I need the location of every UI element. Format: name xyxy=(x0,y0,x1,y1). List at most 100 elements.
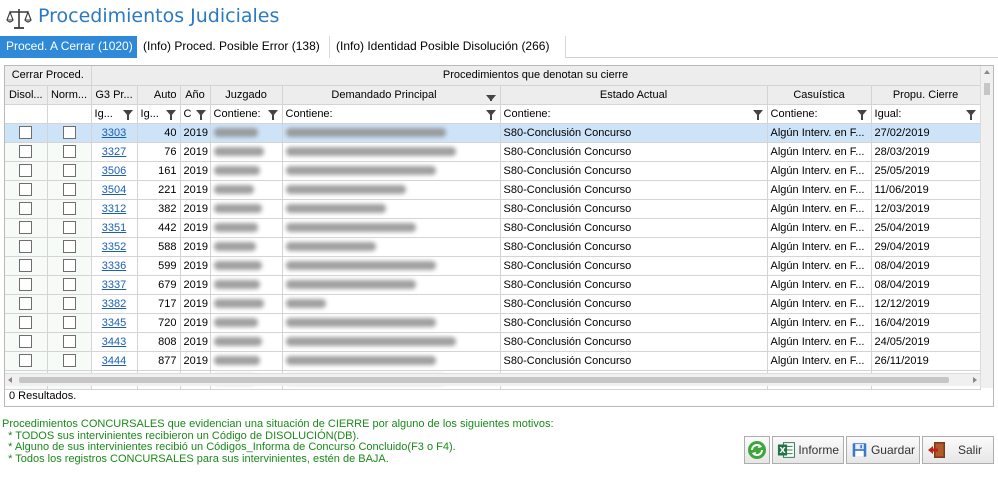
table-row[interactable]: 3444 877 2019 S80-Conclusión Concurso Algún … xyxy=(5,351,981,371)
table-row[interactable]: 3443 808 2019 S80-Conclusión Concurso Algún … xyxy=(5,332,981,352)
scroll-left-icon[interactable] xyxy=(8,377,12,383)
scroll-up-icon[interactable] xyxy=(984,70,990,74)
disol-checkbox[interactable] xyxy=(19,183,33,196)
filter-cell-g3[interactable]: Ig... xyxy=(91,104,138,124)
filter-cell-estado[interactable]: Contiene: xyxy=(500,104,768,124)
norm-checkbox[interactable] xyxy=(62,278,76,291)
norm-checkbox[interactable] xyxy=(62,183,76,196)
norm-checkbox[interactable] xyxy=(62,221,76,234)
g3-link[interactable]: 3336 xyxy=(102,260,126,272)
disol-checkbox[interactable] xyxy=(19,335,33,348)
g3-link[interactable]: 3312 xyxy=(102,203,126,215)
table-row[interactable]: 3327 76 2019 S80-Conclusión Concurso Algún I… xyxy=(5,142,981,162)
scroll-right-icon[interactable] xyxy=(973,377,977,383)
filter-funnel-icon[interactable] xyxy=(122,109,133,120)
col-header-auto[interactable]: Auto xyxy=(137,85,181,105)
col-header-g3[interactable]: G3 Pr... xyxy=(91,85,138,105)
tab-proced-a-cerrar[interactable]: Proced. A Cerrar (1020) xyxy=(0,36,137,58)
filter-funnel-icon[interactable] xyxy=(965,109,976,120)
filter-funnel-icon[interactable] xyxy=(485,94,496,101)
table-row[interactable]: 3506 161 2019 S80-Conclusión Concurso Algún … xyxy=(5,161,981,181)
g3-link[interactable]: 3351 xyxy=(102,222,126,234)
disol-checkbox[interactable] xyxy=(19,278,33,291)
g3-link[interactable]: 3327 xyxy=(102,146,126,158)
table-row[interactable]: 3382 717 2019 S80-Conclusión Concurso Algún … xyxy=(5,294,981,314)
salir-button[interactable]: Salir xyxy=(922,436,994,464)
norm-checkbox[interactable] xyxy=(62,259,76,272)
col-header-propu[interactable]: Propu. Cierre xyxy=(871,85,981,105)
guardar-button[interactable]: Guardar xyxy=(846,436,920,464)
refresh-button[interactable] xyxy=(744,436,770,464)
filter-cell-casuistica[interactable]: Contiene: xyxy=(767,104,872,124)
col-header-juzgado[interactable]: Juzgado xyxy=(210,85,283,105)
group-header-denotan: Procedimientos que denotan su cierre xyxy=(91,66,981,86)
disol-checkbox[interactable] xyxy=(19,202,33,215)
filter-funnel-icon[interactable] xyxy=(856,109,867,120)
col-header-estado[interactable]: Estado Actual xyxy=(500,85,768,105)
juzgado-cell xyxy=(210,142,283,162)
g3-cell: 3327 xyxy=(91,142,138,162)
col-header-demandado[interactable]: Demandado Principal xyxy=(282,85,501,105)
g3-link[interactable]: 3345 xyxy=(102,317,126,329)
redacted-text xyxy=(285,185,406,195)
g3-link[interactable]: 3303 xyxy=(102,127,126,139)
norm-cell xyxy=(47,161,92,181)
norm-checkbox[interactable] xyxy=(62,202,76,215)
disol-checkbox[interactable] xyxy=(19,221,33,234)
norm-checkbox[interactable] xyxy=(62,164,76,177)
tab-posible-disolucion[interactable]: (Info) Identidad Posible Disolución (266… xyxy=(330,36,566,58)
filter-cell-anio[interactable]: C xyxy=(180,104,211,124)
g3-link[interactable]: 3352 xyxy=(102,241,126,253)
informe-button[interactable]: X Informe xyxy=(772,436,844,464)
table-row[interactable]: 3303 40 2019 S80-Conclusión Concurso Algún I… xyxy=(5,123,981,143)
table-row[interactable]: 3351 442 2019 S80-Conclusión Concurso Algún … xyxy=(5,218,981,238)
table-row[interactable]: 3337 679 2019 S80-Conclusión Concurso Algún … xyxy=(5,275,981,295)
disol-cell xyxy=(5,332,48,352)
filter-funnel-icon[interactable] xyxy=(267,109,278,120)
filter-funnel-icon[interactable] xyxy=(485,109,496,120)
g3-link[interactable]: 3382 xyxy=(102,298,126,310)
vertical-scrollbar[interactable] xyxy=(980,66,993,388)
norm-checkbox[interactable] xyxy=(62,354,76,367)
col-header-norm[interactable]: Norm... xyxy=(47,85,92,105)
disol-checkbox[interactable] xyxy=(19,316,33,329)
filter-funnel-icon[interactable] xyxy=(752,109,763,120)
norm-checkbox[interactable] xyxy=(62,316,76,329)
scroll-thumb[interactable] xyxy=(19,377,949,383)
norm-checkbox[interactable] xyxy=(62,240,76,253)
norm-checkbox[interactable] xyxy=(62,145,76,158)
disol-checkbox[interactable] xyxy=(19,126,33,139)
g3-link[interactable]: 3337 xyxy=(102,279,126,291)
tab-posible-error[interactable]: (Info) Proced. Posible Error (138) xyxy=(137,36,330,58)
norm-checkbox[interactable] xyxy=(62,335,76,348)
table-row[interactable]: 3504 221 2019 S80-Conclusión Concurso Algún … xyxy=(5,180,981,200)
scroll-thumb[interactable] xyxy=(984,83,990,95)
table-row[interactable]: 3336 599 2019 S80-Conclusión Concurso Algún … xyxy=(5,256,981,276)
filter-funnel-icon[interactable] xyxy=(195,109,206,120)
anio-cell: 2019 xyxy=(180,199,211,219)
col-header-casuistica[interactable]: Casuística xyxy=(767,85,872,105)
g3-link[interactable]: 3443 xyxy=(102,336,126,348)
table-row[interactable]: 3352 588 2019 S80-Conclusión Concurso Algún … xyxy=(5,237,981,257)
g3-link[interactable]: 3444 xyxy=(102,355,126,367)
filter-cell-propu[interactable]: Igual: xyxy=(871,104,981,124)
col-header-anio[interactable]: Año xyxy=(180,85,211,105)
disol-checkbox[interactable] xyxy=(19,240,33,253)
disol-checkbox[interactable] xyxy=(19,164,33,177)
norm-checkbox[interactable] xyxy=(62,126,76,139)
g3-link[interactable]: 3506 xyxy=(102,165,126,177)
filter-funnel-icon[interactable] xyxy=(165,109,176,120)
filter-cell-demandado[interactable]: Contiene: xyxy=(282,104,501,124)
table-row[interactable]: 3345 720 2019 S80-Conclusión Concurso Algún … xyxy=(5,313,981,333)
col-header-disol[interactable]: Disol... xyxy=(5,85,48,105)
filter-cell-auto[interactable]: Ig... xyxy=(137,104,181,124)
disol-checkbox[interactable] xyxy=(19,354,33,367)
filter-cell-juzgado[interactable]: Contiene: xyxy=(210,104,283,124)
norm-checkbox[interactable] xyxy=(62,297,76,310)
horizontal-scrollbar[interactable] xyxy=(5,373,980,386)
table-row[interactable]: 3312 382 2019 S80-Conclusión Concurso Algún … xyxy=(5,199,981,219)
disol-checkbox[interactable] xyxy=(19,297,33,310)
disol-checkbox[interactable] xyxy=(19,145,33,158)
disol-checkbox[interactable] xyxy=(19,259,33,272)
g3-link[interactable]: 3504 xyxy=(102,184,126,196)
